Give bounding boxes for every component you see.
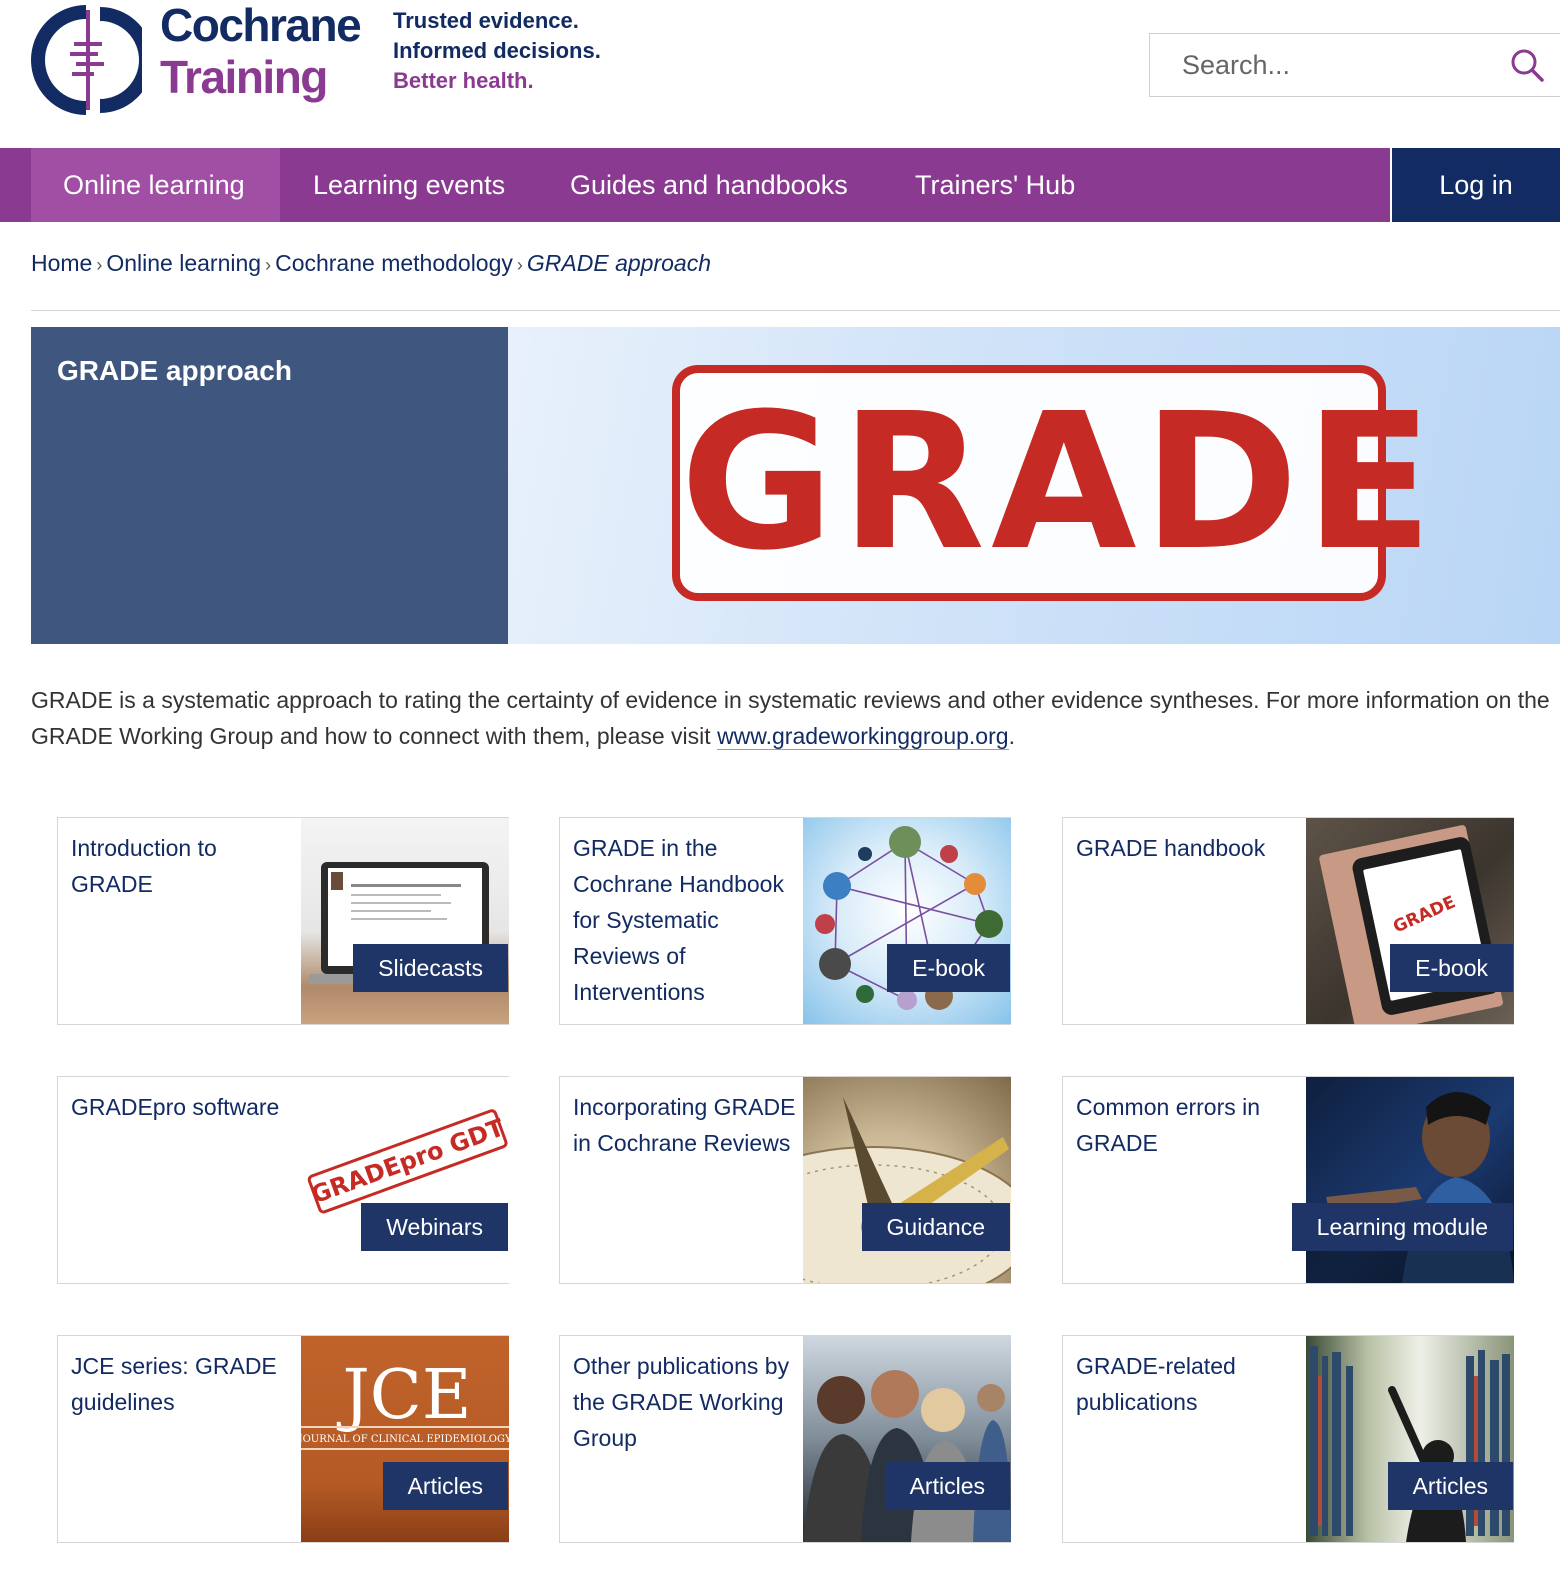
gradepro-stamp-illustration: GRADEpro GDT <box>308 1109 509 1214</box>
tagline-line-1: Trusted evidence. <box>393 8 579 33</box>
people-illustration <box>803 1370 1011 1542</box>
jce-cover-subtitle: JOURNAL OF CLINICAL EPIDEMIOLOGY <box>301 1434 509 1445</box>
card-type-label: Learning module <box>1291 1203 1513 1251</box>
card-title: GRADE handbook <box>1076 835 1266 861</box>
gradepro-stamp-image: GRADEpro GDT <box>301 1077 509 1283</box>
breadcrumb-separator: › <box>96 255 103 275</box>
nav-trainers-hub[interactable]: Trainers' Hub <box>883 148 1107 222</box>
card-jce-series[interactable]: JCE series: GRADE guidelines JCE JOURNAL… <box>57 1335 509 1543</box>
nav-guides-handbooks[interactable]: Guides and handbooks <box>538 148 880 222</box>
card-type-label: Webinars <box>361 1203 508 1251</box>
tagline-line-2: Informed decisions. <box>393 38 601 63</box>
search-box <box>1149 33 1560 97</box>
card-grade-related-publications[interactable]: GRADE-related publications Articles <box>1062 1335 1514 1543</box>
laptop-illustration <box>309 862 501 984</box>
network-illustration <box>815 826 1003 1010</box>
card-grade-cochrane-handbook[interactable]: GRADE in the Cochrane Handbook for Syste… <box>559 817 1011 1025</box>
card-introduction-to-grade[interactable]: Introduction to GRADE Slidecasts <box>57 817 509 1025</box>
card-type-label: Articles <box>1387 1462 1513 1510</box>
breadcrumb: Home › Online learning › Cochrane methodolog… <box>31 250 711 277</box>
card-title: Incorporating GRADE in Cochrane Reviews <box>573 1094 796 1156</box>
tablet-grade-image: GRADE <box>1306 818 1514 1024</box>
card-type-label: Articles <box>382 1462 508 1510</box>
card-type-label: E-book <box>887 944 1010 992</box>
library-illustration <box>1310 1346 1510 1542</box>
page-title-panel: GRADE approach <box>31 327 508 644</box>
laptop-slides-image <box>301 818 509 1024</box>
jce-cover-image: JCE JOURNAL OF CLINICAL EPIDEMIOLOGY <box>301 1336 509 1542</box>
grade-banner-image: GRADE <box>508 327 1560 644</box>
brand-name[interactable]: Cochrane Training <box>160 0 362 103</box>
tagline: Trusted evidence. Informed decisions. Be… <box>393 6 601 96</box>
jce-cover-illustration: JCE JOURNAL OF CLINICAL EPIDEMIOLOGY <box>301 1356 509 1450</box>
grade-working-group-link[interactable]: www.gradeworkinggroup.org <box>717 723 1009 750</box>
card-gradepro-software[interactable]: GRADEpro software GRADEpro GDT Webinars <box>57 1076 509 1284</box>
card-title: GRADE-related publications <box>1076 1353 1236 1415</box>
login-button[interactable]: Log in <box>1392 148 1560 222</box>
breadcrumb-separator: › <box>265 255 272 275</box>
student-illustration <box>1306 1092 1514 1283</box>
breadcrumb-home[interactable]: Home <box>31 250 92 276</box>
cochrane-logo-icon[interactable] <box>30 4 142 116</box>
people-meeting-image <box>803 1336 1011 1542</box>
library-image <box>1306 1336 1514 1542</box>
breadcrumb-online-learning[interactable]: Online learning <box>106 250 261 276</box>
tablet-illustration: GRADE <box>1319 825 1503 1024</box>
card-type-label: Slidecasts <box>353 944 508 992</box>
card-type-label: Guidance <box>861 1203 1010 1251</box>
brand-line-2: Training <box>160 51 328 103</box>
breadcrumb-separator: › <box>516 255 523 275</box>
card-title: GRADEpro software <box>71 1094 280 1120</box>
card-title: GRADE in the Cochrane Handbook for Syste… <box>573 835 784 1005</box>
search-icon[interactable] <box>1510 48 1544 82</box>
card-title: Introduction to GRADE <box>71 835 217 897</box>
gradepro-stamp-text: GRADEpro GDT <box>308 1113 509 1209</box>
nav-online-learning[interactable]: Online learning <box>31 148 280 222</box>
compass-illustration <box>803 1097 1011 1283</box>
card-type-label: E-book <box>1390 944 1513 992</box>
student-screen-image <box>1306 1077 1514 1283</box>
breadcrumb-current: GRADE approach <box>526 250 711 276</box>
card-title: Common errors in GRADE <box>1076 1094 1261 1156</box>
brand-line-1: Cochrane <box>160 0 362 51</box>
intro-paragraph: GRADE is a systematic approach to rating… <box>31 682 1560 754</box>
card-incorporating-grade[interactable]: Incorporating GRADE in Cochrane Reviews … <box>559 1076 1011 1284</box>
intro-suffix: . <box>1008 723 1015 749</box>
divider <box>31 310 1560 311</box>
grade-logo-box: GRADE <box>672 365 1440 601</box>
compass-image <box>803 1077 1011 1283</box>
main-nav: Online learning Learning events Guides a… <box>0 148 1390 222</box>
site-header: Cochrane Training Trusted evidence. Info… <box>0 0 1560 148</box>
nav-learning-events[interactable]: Learning events <box>281 148 537 222</box>
search-input[interactable] <box>1150 34 1470 96</box>
card-title: Other publications by the GRADE Working … <box>573 1353 790 1451</box>
card-grade-handbook[interactable]: GRADE handbook GRADE E-book <box>1062 817 1514 1025</box>
card-other-publications[interactable]: Other publications by the GRADE Working … <box>559 1335 1011 1543</box>
jce-cover-title: JCE <box>337 1356 472 1435</box>
grade-logo-text: GRADE <box>680 373 1440 592</box>
breadcrumb-cochrane-methodology[interactable]: Cochrane methodology <box>275 250 513 276</box>
network-globe-image <box>803 818 1011 1024</box>
card-title: JCE series: GRADE guidelines <box>71 1353 277 1415</box>
tagline-line-3: Better health. <box>393 68 534 93</box>
card-type-label: Articles <box>884 1462 1010 1510</box>
card-common-errors-in-grade[interactable]: Common errors in GRADE Learning module <box>1062 1076 1514 1284</box>
page-title: GRADE approach <box>57 355 292 386</box>
